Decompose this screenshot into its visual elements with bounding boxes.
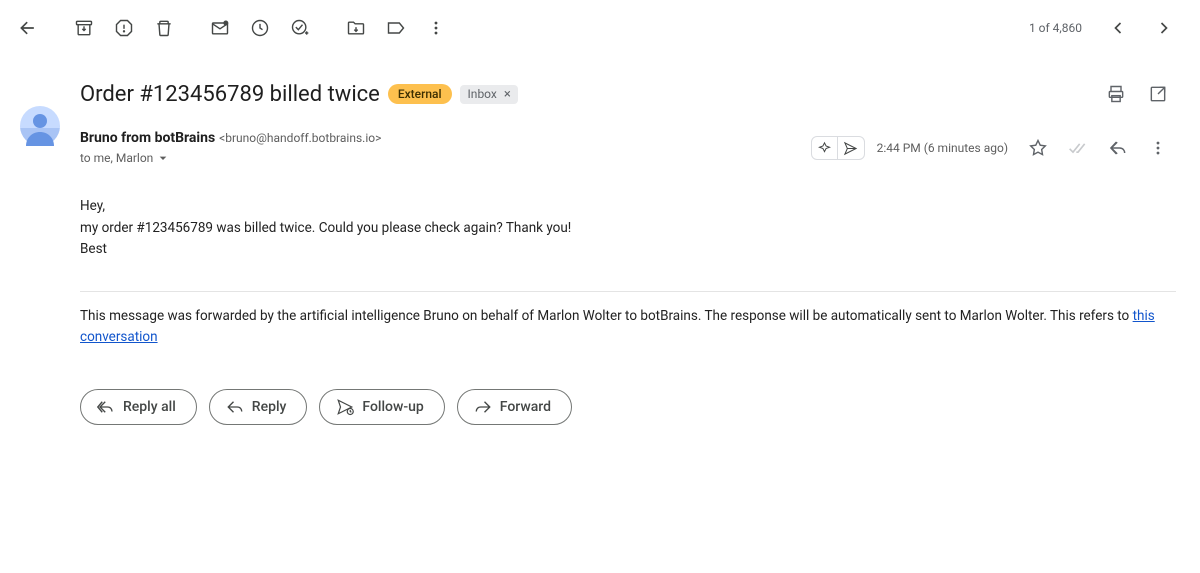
recipients-line[interactable]: to me, Marlon xyxy=(80,150,811,166)
footer-text: This message was forwarded by the artifi… xyxy=(80,308,1133,324)
summary-buttons xyxy=(811,136,865,160)
body-line: Best xyxy=(80,239,1176,261)
report-spam-button[interactable] xyxy=(104,8,144,48)
sender-email: <bruno@handoff.botbrains.io> xyxy=(219,131,381,145)
add-to-tasks-button[interactable] xyxy=(280,8,320,48)
recipients-text: to me, Marlon xyxy=(80,151,153,165)
delete-button[interactable] xyxy=(144,8,184,48)
labels-button[interactable] xyxy=(376,8,416,48)
archive-button[interactable] xyxy=(64,8,104,48)
reply-button[interactable]: Reply xyxy=(209,389,308,425)
body-line: Hey, xyxy=(80,196,1176,218)
mark-unread-button[interactable] xyxy=(200,8,240,48)
star-button[interactable] xyxy=(1020,130,1056,166)
forward-label: Forward xyxy=(500,399,551,415)
back-button[interactable] xyxy=(8,8,48,48)
send-button[interactable] xyxy=(838,137,864,159)
timestamp: 2:44 PM (6 minutes ago) xyxy=(877,141,1008,155)
divider xyxy=(80,291,1176,292)
sender-name: Bruno from botBrains xyxy=(80,130,215,146)
reply-all-button[interactable]: Reply all xyxy=(80,389,197,425)
print-button[interactable] xyxy=(1098,76,1134,112)
reply-icon-button[interactable] xyxy=(1100,130,1136,166)
follow-up-label: Follow-up xyxy=(362,399,423,415)
more-button[interactable] xyxy=(416,8,456,48)
message-more-button[interactable] xyxy=(1140,130,1176,166)
signature-footer: This message was forwarded by the artifi… xyxy=(80,306,1176,349)
remove-label-icon[interactable]: × xyxy=(501,87,514,102)
prev-message-button[interactable] xyxy=(1098,8,1138,48)
inbox-label-text: Inbox xyxy=(468,87,497,101)
reply-all-label: Reply all xyxy=(123,399,176,415)
show-details-icon[interactable] xyxy=(155,150,171,166)
external-badge: External xyxy=(388,84,452,104)
message-count: 1 of 4,860 xyxy=(1029,21,1082,35)
inbox-label[interactable]: Inbox × xyxy=(460,85,518,104)
follow-up-button[interactable]: Follow-up xyxy=(319,389,444,425)
next-message-button[interactable] xyxy=(1144,8,1184,48)
body-line: my order #123456789 was billed twice. Co… xyxy=(80,218,1176,240)
open-new-window-button[interactable] xyxy=(1140,76,1176,112)
email-subject: Order #123456789 billed twice xyxy=(80,82,380,107)
reply-label: Reply xyxy=(252,399,287,415)
read-receipt-icon xyxy=(1060,130,1096,166)
sender-avatar[interactable] xyxy=(20,106,60,146)
forward-button[interactable]: Forward xyxy=(457,389,572,425)
summarize-button[interactable] xyxy=(812,137,838,159)
email-body: Hey, my order #123456789 was billed twic… xyxy=(80,196,1176,261)
move-to-button[interactable] xyxy=(336,8,376,48)
toolbar: 1 of 4,860 xyxy=(0,0,1200,56)
snooze-button[interactable] xyxy=(240,8,280,48)
